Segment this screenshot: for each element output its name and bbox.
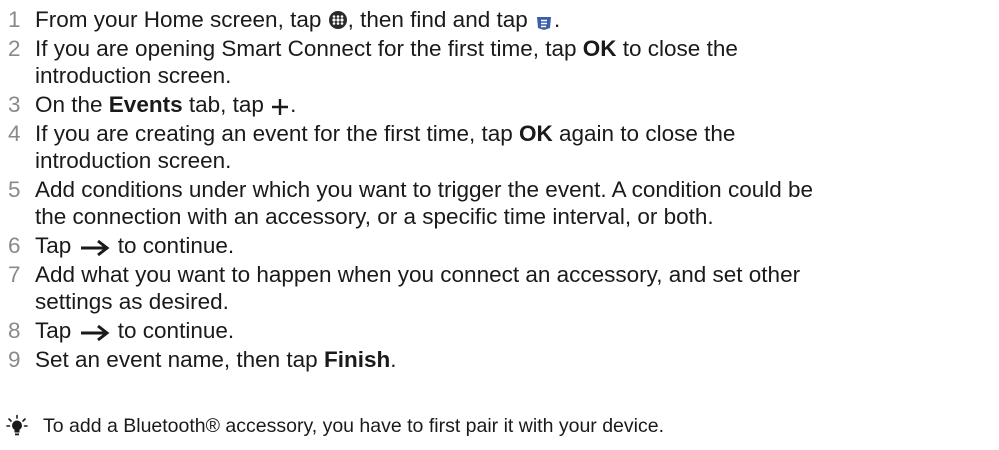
arrow-right-icon xyxy=(80,236,110,257)
step-3: 3 On the Events tab, tap . xyxy=(8,91,993,118)
step-7: 7 Add what you want to happen when you c… xyxy=(8,261,993,315)
step-2: 2 If you are opening Smart Connect for t… xyxy=(8,35,993,89)
step-1: 1 From your Home screen, tap , then find… xyxy=(8,6,993,33)
step-number: 5 xyxy=(8,177,21,202)
step-text: Tap to continue. xyxy=(35,233,235,258)
step-number: 6 xyxy=(8,233,21,258)
step-text: On the Events tab, tap . xyxy=(35,92,297,117)
step-number: 7 xyxy=(8,262,21,287)
step-4: 4 If you are creating an event for the f… xyxy=(8,120,993,174)
step-number: 4 xyxy=(8,121,21,146)
step-5: 5 Add conditions under which you want to… xyxy=(8,176,993,230)
plus-icon xyxy=(271,95,289,116)
step-text: From your Home screen, tap , then find a… xyxy=(35,7,561,32)
lightbulb-tip-icon xyxy=(6,414,28,438)
tip-note: To add a Bluetooth® accessory, you have … xyxy=(6,414,664,438)
step-text: If you are creating an event for the fir… xyxy=(35,121,736,173)
step-number: 3 xyxy=(8,92,21,117)
step-9: 9 Set an event name, then tap Finish. xyxy=(8,346,993,373)
step-text: Set an event name, then tap Finish. xyxy=(35,347,397,372)
step-number: 1 xyxy=(8,7,21,32)
arrow-right-icon xyxy=(80,321,110,342)
apps-icon xyxy=(328,10,347,29)
step-8: 8 Tap to continue. xyxy=(8,317,993,344)
smart-connect-icon xyxy=(535,11,553,31)
step-number: 2 xyxy=(8,36,21,61)
step-number: 9 xyxy=(8,347,21,372)
step-number: 8 xyxy=(8,318,21,343)
step-text: Tap to continue. xyxy=(35,318,235,343)
step-6: 6 Tap to continue. xyxy=(8,232,993,259)
step-text: Add conditions under which you want to t… xyxy=(35,177,814,229)
instruction-steps: 1 From your Home screen, tap , then find… xyxy=(8,6,993,375)
step-text: If you are opening Smart Connect for the… xyxy=(35,36,738,88)
step-text: Add what you want to happen when you con… xyxy=(35,262,801,314)
tip-text: To add a Bluetooth® accessory, you have … xyxy=(43,415,664,437)
